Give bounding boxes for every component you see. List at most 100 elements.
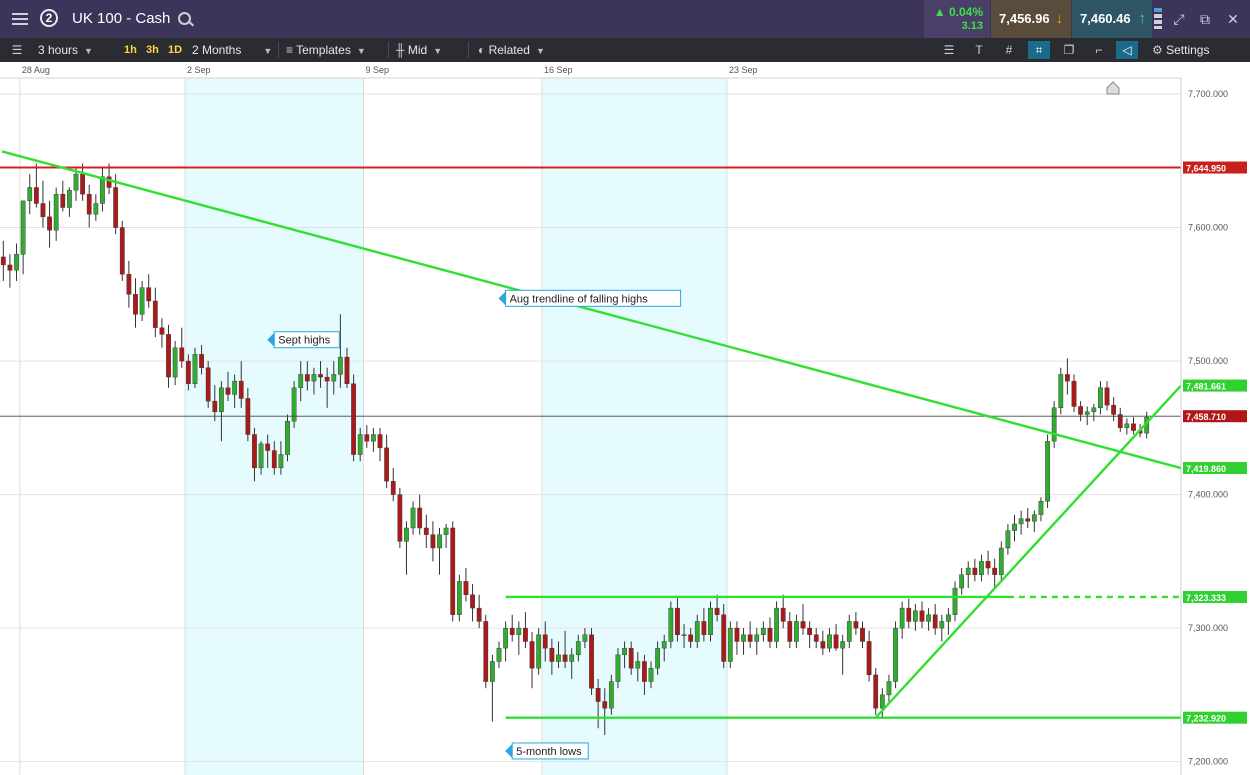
candle-up <box>648 667 654 682</box>
candle-down <box>562 654 568 662</box>
y-axis-strip <box>1181 78 1250 775</box>
expand-icon[interactable]: ⤢ <box>1168 8 1190 30</box>
list-icon[interactable]: ☰ <box>6 41 28 59</box>
search-icon[interactable] <box>178 12 191 25</box>
tag-icon[interactable]: ◁ <box>1116 41 1138 59</box>
candle-up <box>694 621 700 642</box>
candle-up <box>490 661 495 682</box>
candle-down <box>589 634 594 689</box>
range-select[interactable]: 2 Months ▼ <box>192 41 272 59</box>
candle-up <box>794 621 799 642</box>
trend-high-tag: 7,481.661 <box>1186 382 1226 392</box>
candle-up <box>496 647 502 662</box>
chevron-down-icon: ▼ <box>356 46 366 56</box>
candle-down <box>225 387 231 395</box>
settings-button[interactable]: ⚙ Settings <box>1152 41 1209 59</box>
interval-select[interactable]: 3 hours ▼ <box>38 41 93 59</box>
candle-up <box>1091 407 1097 413</box>
layout-icon[interactable] <box>1152 8 1164 30</box>
crosshair-grid-icon[interactable]: ⌗ <box>1028 41 1050 59</box>
copy-icon[interactable]: ❐ <box>1058 41 1080 59</box>
candle-up <box>232 380 238 395</box>
candle-down <box>734 627 740 642</box>
candle-down <box>185 360 191 384</box>
candle-down <box>351 383 356 455</box>
candle-up <box>53 193 59 231</box>
quick-interval-3h[interactable]: 3h <box>146 41 159 59</box>
quick-interval-1h[interactable]: 1h <box>124 41 137 59</box>
menu-icon[interactable] <box>6 6 34 32</box>
candle-down <box>932 614 938 629</box>
range-high-tag: 7,323.333 <box>1186 593 1226 603</box>
candle-up <box>774 607 779 642</box>
candle-down <box>860 627 865 642</box>
templates-menu[interactable]: ≡ Templates ▼ <box>286 41 366 59</box>
sell-price-button[interactable]: 7,456.96 ↓ <box>991 0 1071 38</box>
candle-down <box>780 607 786 622</box>
candle-up <box>100 176 105 204</box>
rising-trendline <box>874 384 1182 719</box>
candle-up <box>1005 530 1011 549</box>
divider <box>388 42 389 58</box>
chevron-down-icon: ▼ <box>535 46 545 56</box>
candle-up <box>754 634 760 642</box>
candle-up <box>655 647 660 669</box>
candle-down <box>417 507 423 529</box>
quick-interval-1d[interactable]: 1D <box>168 41 182 59</box>
candle-down <box>675 607 680 635</box>
arrow-down-icon: ↓ <box>1055 10 1064 27</box>
week-band <box>185 78 364 775</box>
indicator-list-icon[interactable]: ☰ <box>938 41 960 59</box>
candle-down <box>919 610 925 622</box>
annotation-pointer <box>505 743 513 758</box>
candle-up <box>1012 523 1017 531</box>
candle-down <box>1131 423 1136 431</box>
price-change: ▲ 0.04% 3.13 <box>924 0 990 38</box>
popout-icon[interactable]: ⧉ <box>1194 8 1216 30</box>
resistance-tag: 7,644.950 <box>1186 164 1226 174</box>
candle-down <box>1071 380 1077 407</box>
related-menu[interactable]: ◐ Related ▼ <box>478 41 545 59</box>
instrument-title[interactable]: UK 100 - Cash <box>72 10 170 27</box>
candle-up <box>1051 407 1057 442</box>
candle-up <box>622 647 627 656</box>
price-chart[interactable]: 28 Aug 2 Sep 9 Sep 16 Sep 23 Sep 7,700.0007,… <box>0 62 1250 775</box>
candle-down <box>470 594 475 609</box>
candle-up <box>503 627 508 649</box>
candle-up <box>912 610 918 622</box>
candle-up <box>1031 514 1037 522</box>
annotation-pointer <box>498 291 506 306</box>
candle-up <box>608 681 614 709</box>
candle-down <box>304 374 310 382</box>
candle-up <box>331 374 337 382</box>
templates-icon: ≡ <box>286 43 297 57</box>
buy-price-button[interactable]: 7,460.46 ↑ <box>1072 0 1152 38</box>
x-tick-label: 16 Sep <box>544 65 573 75</box>
text-tool-icon[interactable]: T <box>968 41 990 59</box>
candle-down <box>152 300 158 328</box>
trend-cross-tag: 7,419.860 <box>1186 464 1226 474</box>
close-icon[interactable]: ✕ <box>1222 8 1244 30</box>
candle-up <box>926 614 931 622</box>
x-tick-label: 23 Sep <box>729 65 758 75</box>
candle-up <box>556 654 561 662</box>
price-mode-select[interactable]: ╫ Mid ▼ <box>396 41 442 59</box>
candle-up <box>298 374 304 388</box>
candle-up <box>893 627 898 682</box>
candle-down <box>866 641 872 676</box>
candle-down <box>199 354 204 368</box>
candle-down <box>119 227 125 275</box>
candle-down <box>450 527 456 615</box>
related-label: Related <box>488 43 530 57</box>
candle-down <box>179 347 185 362</box>
draw-tool-icon[interactable]: ⌐ <box>1088 41 1110 59</box>
candle-up <box>516 627 522 635</box>
candle-down <box>377 434 383 449</box>
interval-label: 3 hours <box>38 43 79 57</box>
candle-down <box>265 443 271 451</box>
x-tick-label: 28 Aug <box>22 65 50 75</box>
candle-up <box>1038 501 1044 515</box>
grid-icon[interactable]: # <box>998 41 1020 59</box>
candle-down <box>1104 387 1110 406</box>
candle-down <box>509 627 515 635</box>
